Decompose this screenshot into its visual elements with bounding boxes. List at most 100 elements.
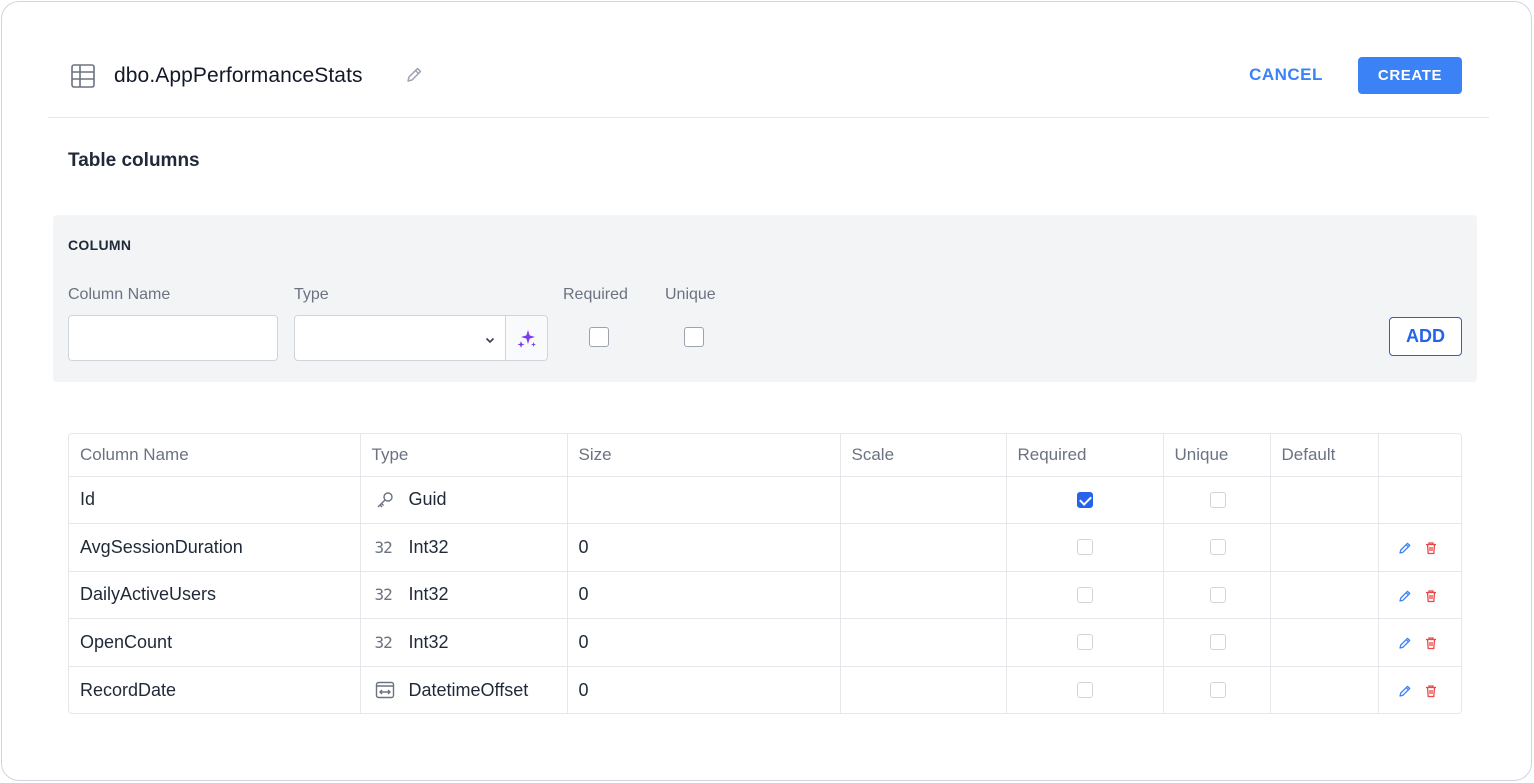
cell-actions <box>1378 571 1461 619</box>
edit-table-name-pencil-icon[interactable] <box>404 65 424 85</box>
cell-column-name: OpenCount <box>69 618 361 667</box>
unique-checkbox <box>1209 682 1226 698</box>
dialog-header: dbo.AppPerformanceStats CANCEL CREATE <box>48 2 1489 118</box>
edit-pencil-icon[interactable] <box>1397 683 1413 699</box>
cell-scale <box>840 666 1007 713</box>
delete-trash-icon[interactable] <box>1423 683 1439 699</box>
required-checkbox[interactable] <box>589 327 609 347</box>
cell-unique <box>1163 476 1271 524</box>
cell-actions <box>1378 476 1461 524</box>
cell-scale <box>840 618 1007 667</box>
unique-checkbox[interactable] <box>684 327 704 347</box>
cell-default <box>1270 666 1379 713</box>
column-name-input[interactable] <box>68 315 278 361</box>
edit-pencil-icon[interactable] <box>1397 635 1413 651</box>
add-column-panel: COLUMN Column Name Type Required Unique <box>53 215 1477 382</box>
unique-checkbox <box>1209 634 1226 651</box>
cell-default <box>1270 571 1379 619</box>
ai-suggest-type-button[interactable] <box>505 315 548 361</box>
number-icon: 32 <box>374 632 393 652</box>
cell-size: 0 <box>567 666 841 713</box>
column-name-label: Column Name <box>68 286 171 303</box>
section-title: Table columns <box>68 150 200 171</box>
header-type: Type <box>360 434 568 477</box>
table-row: DailyActiveUsers 32 Int32 0 <box>69 571 1461 619</box>
unique-checkbox <box>1209 586 1226 603</box>
table-row: AvgSessionDuration 32 Int32 0 <box>69 523 1461 572</box>
header-actions <box>1378 434 1461 477</box>
edit-pencil-icon[interactable] <box>1397 540 1413 556</box>
cell-scale <box>840 571 1007 619</box>
number-icon: 32 <box>374 537 393 557</box>
header-size: Size <box>567 434 841 477</box>
header-required: Required <box>1006 434 1164 477</box>
cell-default <box>1270 618 1379 667</box>
table-name-title: dbo.AppPerformanceStats <box>114 64 363 87</box>
add-column-button[interactable]: ADD <box>1389 317 1462 356</box>
cell-size: 0 <box>567 523 841 572</box>
header-scale: Scale <box>840 434 1007 477</box>
table-icon <box>70 63 96 89</box>
cell-type-label: Int32 <box>408 631 449 652</box>
header-column-name: Column Name <box>69 434 361 477</box>
cell-unique <box>1163 523 1271 572</box>
cell-actions <box>1378 666 1461 713</box>
chevron-down-icon <box>484 333 496 345</box>
cell-column-name: Id <box>69 476 361 524</box>
columns-table: Column Name Type Size Scale Required Uni… <box>68 433 1462 714</box>
cell-size: 0 <box>567 571 841 619</box>
required-checkbox <box>1076 539 1093 556</box>
panel-title: COLUMN <box>68 237 132 253</box>
edit-pencil-icon[interactable] <box>1397 588 1413 604</box>
cell-size: 0 <box>567 618 841 667</box>
cell-actions <box>1378 523 1461 572</box>
table-row: Id Guid <box>69 476 1461 524</box>
delete-trash-icon[interactable] <box>1423 540 1439 556</box>
create-table-dialog: dbo.AppPerformanceStats CANCEL CREATE Ta… <box>1 1 1532 781</box>
required-checkbox <box>1076 682 1093 698</box>
delete-trash-icon[interactable] <box>1423 635 1439 651</box>
table-header-row: Column Name Type Size Scale Required Uni… <box>69 434 1461 477</box>
cell-required <box>1006 666 1164 713</box>
unique-checkbox <box>1209 491 1226 508</box>
key-icon <box>375 490 395 510</box>
number-icon: 32 <box>374 585 393 605</box>
required-checkbox <box>1076 634 1093 651</box>
cell-type: Guid <box>360 476 568 524</box>
type-select[interactable] <box>294 315 506 361</box>
cell-column-name: DailyActiveUsers <box>69 571 361 619</box>
datetime-icon <box>375 680 395 700</box>
cell-type-label: DatetimeOffset <box>408 679 529 700</box>
cell-type-label: Guid <box>408 489 447 510</box>
cell-type: 32 Int32 <box>360 618 568 667</box>
table-row: RecordDate DatetimeOffset 0 <box>69 666 1461 713</box>
cell-scale <box>840 523 1007 572</box>
header-default: Default <box>1270 434 1379 477</box>
unique-label: Unique <box>665 286 716 303</box>
cell-column-name: AvgSessionDuration <box>69 523 361 572</box>
cell-required <box>1006 523 1164 572</box>
cell-required <box>1006 618 1164 667</box>
cell-unique <box>1163 618 1271 667</box>
required-checkbox <box>1076 586 1093 603</box>
cell-type-label: Int32 <box>408 584 449 605</box>
cell-unique <box>1163 666 1271 713</box>
cell-type-label: Int32 <box>408 536 449 557</box>
header-unique: Unique <box>1163 434 1271 477</box>
cell-unique <box>1163 571 1271 619</box>
cell-actions <box>1378 618 1461 667</box>
cell-default <box>1270 523 1379 572</box>
create-button[interactable]: CREATE <box>1358 57 1462 94</box>
cell-default <box>1270 476 1379 524</box>
required-checkbox-checked <box>1076 491 1093 508</box>
table-row: OpenCount 32 Int32 0 <box>69 618 1461 667</box>
cell-required <box>1006 476 1164 524</box>
unique-checkbox <box>1209 539 1226 556</box>
cell-type: 32 Int32 <box>360 523 568 572</box>
required-label: Required <box>563 286 628 303</box>
cell-type: 32 Int32 <box>360 571 568 619</box>
type-label: Type <box>294 286 329 303</box>
delete-trash-icon[interactable] <box>1423 588 1439 604</box>
cancel-button[interactable]: CANCEL <box>1236 57 1336 93</box>
cell-type: DatetimeOffset <box>360 666 568 713</box>
